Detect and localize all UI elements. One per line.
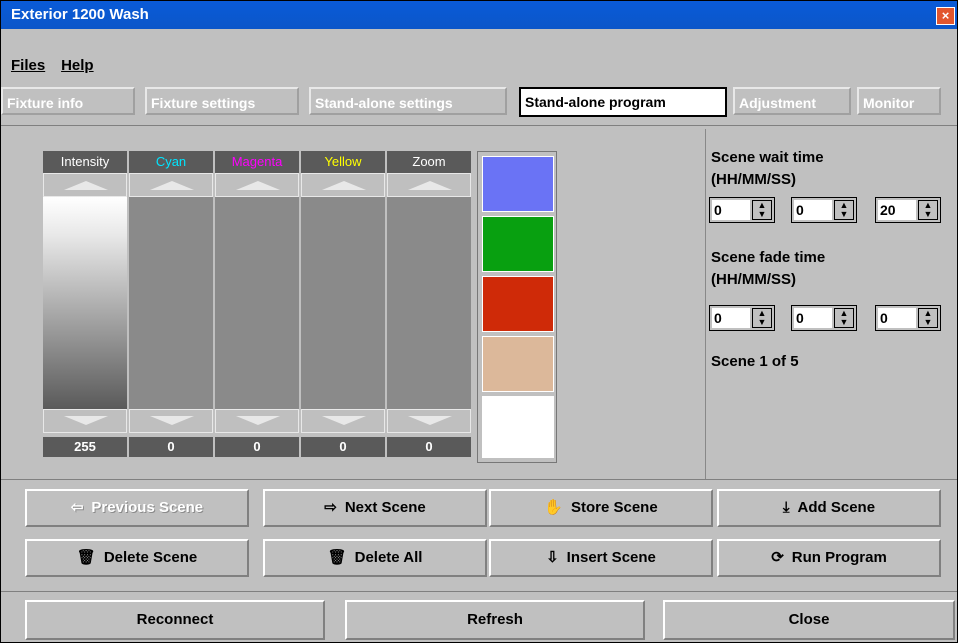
- fader-down-arrow[interactable]: [43, 409, 127, 433]
- add-arrow-icon: ⤓: [782, 499, 790, 516]
- wait-seconds-spinner[interactable]: 20 ▲ ▼: [875, 197, 941, 223]
- fader-zoom: Zoom 0: [387, 151, 471, 457]
- reconnect-button[interactable]: Reconnect: [25, 600, 325, 640]
- fader-label: Magenta: [215, 151, 299, 173]
- fader-value: 0: [301, 437, 385, 457]
- fader-magenta: Magenta 0: [215, 151, 299, 457]
- fader-panel: Intensity 255 Cyan 0 Magenta 0 Yellow 0: [1, 129, 706, 479]
- tab-fixture-settings[interactable]: Fixture settings: [145, 87, 299, 115]
- tab-bar: Fixture info Fixture settings Stand-alon…: [1, 87, 957, 117]
- divider: [1, 591, 957, 592]
- fader-value: 255: [43, 437, 127, 457]
- tab-fixture-info[interactable]: Fixture info: [1, 87, 135, 115]
- spinner-arrows-icon[interactable]: ▲ ▼: [918, 200, 938, 220]
- wait-hours-field[interactable]: 0: [712, 200, 750, 220]
- wait-seconds-field[interactable]: 20: [878, 200, 916, 220]
- delete-scene-button[interactable]: 🗑 Delete Scene: [25, 539, 249, 577]
- fader-track[interactable]: [301, 197, 385, 409]
- spinner-arrows-icon[interactable]: ▲ ▼: [752, 200, 772, 220]
- scene-wait-label: Scene wait time: [711, 149, 824, 166]
- fader-up-arrow[interactable]: [301, 173, 385, 197]
- wait-minutes-spinner[interactable]: 0 ▲ ▼: [791, 197, 857, 223]
- fader-track[interactable]: [129, 197, 213, 409]
- tab-adjustment[interactable]: Adjustment: [733, 87, 851, 115]
- divider: [1, 479, 957, 480]
- previous-scene-button[interactable]: ⇦ Previous Scene: [25, 489, 249, 527]
- fader-down-arrow[interactable]: [129, 409, 213, 433]
- trash-all-icon: 🗑: [327, 549, 347, 566]
- fader-down-arrow[interactable]: [387, 409, 471, 433]
- spinner-arrows-icon[interactable]: ▲ ▼: [834, 308, 854, 328]
- menu-help[interactable]: Help: [61, 57, 94, 74]
- title-bar: Exterior 1200 Wash ×: [1, 1, 957, 29]
- spinner-arrows-icon[interactable]: ▲ ▼: [752, 308, 772, 328]
- fader-value: 0: [387, 437, 471, 457]
- insert-scene-button[interactable]: ⇩ Insert Scene: [489, 539, 713, 577]
- scene-button-grid: ⇦ Previous Scene ⇨ Next Scene ✋ Store Scene…: [1, 485, 957, 585]
- spinner-arrows-icon[interactable]: ▲ ▼: [834, 200, 854, 220]
- fader-intensity: Intensity 255: [43, 151, 127, 457]
- close-button[interactable]: Close: [663, 600, 955, 640]
- tab-stand-alone-settings[interactable]: Stand-alone settings: [309, 87, 507, 115]
- next-scene-button[interactable]: ⇨ Next Scene: [263, 489, 487, 527]
- fade-seconds-spinner[interactable]: 0 ▲ ▼: [875, 305, 941, 331]
- fader-label: Zoom: [387, 151, 471, 173]
- menu-files[interactable]: Files: [11, 57, 45, 74]
- color-swatch-tan[interactable]: [482, 336, 554, 392]
- scene-counter: Scene 1 of 5: [711, 353, 799, 370]
- fader-track[interactable]: [387, 197, 471, 409]
- fader-track[interactable]: [43, 197, 127, 409]
- add-scene-button[interactable]: ⤓ Add Scene: [717, 489, 941, 527]
- fader-up-arrow[interactable]: [387, 173, 471, 197]
- fader-up-arrow[interactable]: [43, 173, 127, 197]
- store-scene-button[interactable]: ✋ Store Scene: [489, 489, 713, 527]
- fader-track[interactable]: [215, 197, 299, 409]
- spinner-arrows-icon[interactable]: ▲ ▼: [918, 308, 938, 328]
- fader-label: Intensity: [43, 151, 127, 173]
- fader-label: Cyan: [129, 151, 213, 173]
- scene-fade-label: Scene fade time: [711, 249, 826, 266]
- color-swatch-white[interactable]: [482, 396, 554, 458]
- fade-minutes-field[interactable]: 0: [794, 308, 832, 328]
- fader-value: 0: [129, 437, 213, 457]
- refresh-cycle-icon: ⟳: [771, 549, 784, 566]
- scene-wait-format: (HH/MM/SS): [711, 171, 796, 188]
- color-swatch-column: [477, 151, 557, 463]
- app-window: Exterior 1200 Wash × Files Help Fixture …: [0, 0, 958, 643]
- run-program-button[interactable]: ⟳ Run Program: [717, 539, 941, 577]
- fader-up-arrow[interactable]: [215, 173, 299, 197]
- trash-icon: 🗑: [76, 549, 96, 566]
- fade-seconds-field[interactable]: 0: [878, 308, 916, 328]
- fader-yellow: Yellow 0: [301, 151, 385, 457]
- arrow-right-icon: ⇨: [324, 499, 337, 516]
- color-swatch-green[interactable]: [482, 216, 554, 272]
- fader-label: Yellow: [301, 151, 385, 173]
- color-swatch-blue[interactable]: [482, 156, 554, 212]
- menu-bar: Files Help: [11, 57, 106, 77]
- fader-down-arrow[interactable]: [301, 409, 385, 433]
- hand-icon: ✋: [544, 499, 563, 516]
- fade-minutes-spinner[interactable]: 0 ▲ ▼: [791, 305, 857, 331]
- fader-down-arrow[interactable]: [215, 409, 299, 433]
- divider: [1, 125, 957, 126]
- fader-value: 0: [215, 437, 299, 457]
- fade-hours-field[interactable]: 0: [712, 308, 750, 328]
- insert-arrow-icon: ⇩: [546, 549, 559, 566]
- tab-stand-alone-program[interactable]: Stand-alone program: [519, 87, 727, 117]
- refresh-button[interactable]: Refresh: [345, 600, 645, 640]
- fader-up-arrow[interactable]: [129, 173, 213, 197]
- scene-timing-panel: Scene wait time (HH/MM/SS) 0 ▲ ▼ 0 ▲ ▼ 20 …: [705, 129, 955, 479]
- fade-hours-spinner[interactable]: 0 ▲ ▼: [709, 305, 775, 331]
- delete-all-button[interactable]: 🗑 Delete All: [263, 539, 487, 577]
- wait-minutes-field[interactable]: 0: [794, 200, 832, 220]
- arrow-left-icon: ⇦: [70, 499, 84, 516]
- wait-hours-spinner[interactable]: 0 ▲ ▼: [709, 197, 775, 223]
- window-title: Exterior 1200 Wash: [11, 6, 149, 23]
- tab-monitor[interactable]: Monitor: [857, 87, 941, 115]
- color-swatch-red[interactable]: [482, 276, 554, 332]
- close-window-button[interactable]: ×: [936, 7, 955, 25]
- fader-cyan: Cyan 0: [129, 151, 213, 457]
- scene-fade-format: (HH/MM/SS): [711, 271, 796, 288]
